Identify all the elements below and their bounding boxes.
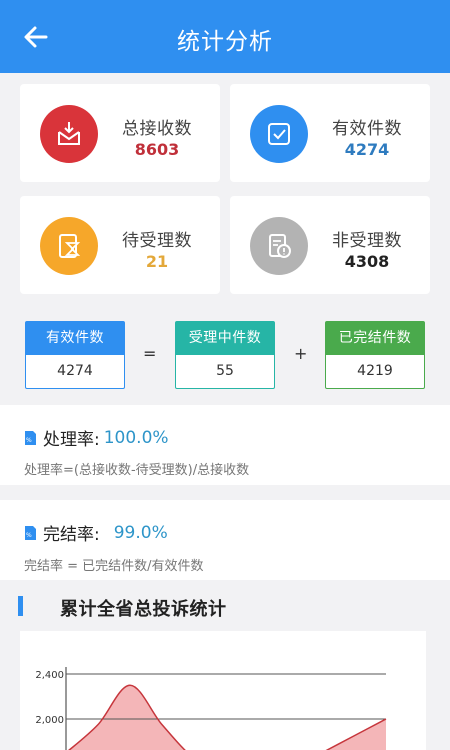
stat-card-rejected[interactable]: 非受理数 4308 — [230, 196, 430, 294]
completion-rate-formula: 完结率 = 已完结件数/有效件数 — [24, 559, 204, 574]
document-alert-icon — [250, 217, 308, 275]
processing-rate-value: 100.0% — [103, 427, 169, 448]
formula-box-in-progress[interactable]: 受理中件数 55 — [175, 321, 275, 389]
percent-doc-icon: % — [25, 525, 36, 540]
svg-text:%: % — [26, 532, 32, 539]
area-fill — [69, 685, 386, 750]
stat-label: 有效件数 — [332, 119, 402, 139]
processing-rate-label: 处理率: — [43, 430, 100, 450]
processing-rate-formula: 处理率=(总接收数-待受理数)/总接收数 — [24, 463, 250, 478]
completion-rate-label: 完结率: — [43, 525, 100, 545]
processing-rate-section: % 处理率: 100.0% 处理率=(总接收数-待受理数)/总接收数 — [0, 405, 450, 485]
formula-box-valid-items[interactable]: 有效件数 4274 — [25, 321, 125, 389]
svg-text:%: % — [26, 437, 32, 444]
stat-label: 总接收数 — [122, 119, 192, 139]
stat-value: 4274 — [344, 140, 390, 159]
completion-rate-value: 99.0% — [113, 522, 168, 543]
formula-box-label: 有效件数 — [26, 322, 124, 355]
section-accent-bar — [18, 596, 23, 616]
page-title: 统计分析 — [177, 29, 273, 55]
formula-box-value: 4274 — [57, 363, 93, 379]
stat-card-valid-items[interactable]: 有效件数 4274 — [230, 84, 430, 182]
formula-box-value: 55 — [216, 363, 234, 379]
percent-doc-icon: % — [25, 430, 36, 445]
plus-sign: + — [294, 344, 308, 363]
stat-value: 4308 — [344, 252, 390, 271]
stat-value: 21 — [145, 252, 169, 271]
inbox-download-icon — [40, 105, 98, 163]
stat-value: 8603 — [134, 140, 180, 159]
formula-box-completed[interactable]: 已完结件数 4219 — [325, 321, 425, 389]
y-tick-label: 2,000 — [35, 715, 64, 726]
equals-sign: = — [143, 344, 157, 363]
stat-label: 非受理数 — [332, 231, 402, 251]
formula-box-label: 受理中件数 — [176, 322, 274, 355]
completion-rate-section: % 完结率: 99.0% 完结率 = 已完结件数/有效件数 — [0, 500, 450, 580]
chart-section-title: 累计全省总投诉统计 — [60, 599, 227, 620]
stat-card-pending[interactable]: 待受理数 21 — [20, 196, 220, 294]
y-tick-label: 2,400 — [35, 670, 64, 681]
stat-label: 待受理数 — [122, 231, 192, 251]
hourglass-icon — [40, 217, 98, 275]
formula-box-value: 4219 — [357, 363, 393, 379]
app-bar: 统计分析 — [0, 0, 450, 73]
checkbox-icon — [250, 105, 308, 163]
chart-card: 2,400 2,000 — [20, 631, 426, 750]
formula-box-label: 已完结件数 — [326, 322, 424, 355]
area-chart: 2,400 2,000 — [35, 667, 387, 750]
stat-card-total-received[interactable]: 总接收数 8603 — [20, 84, 220, 182]
